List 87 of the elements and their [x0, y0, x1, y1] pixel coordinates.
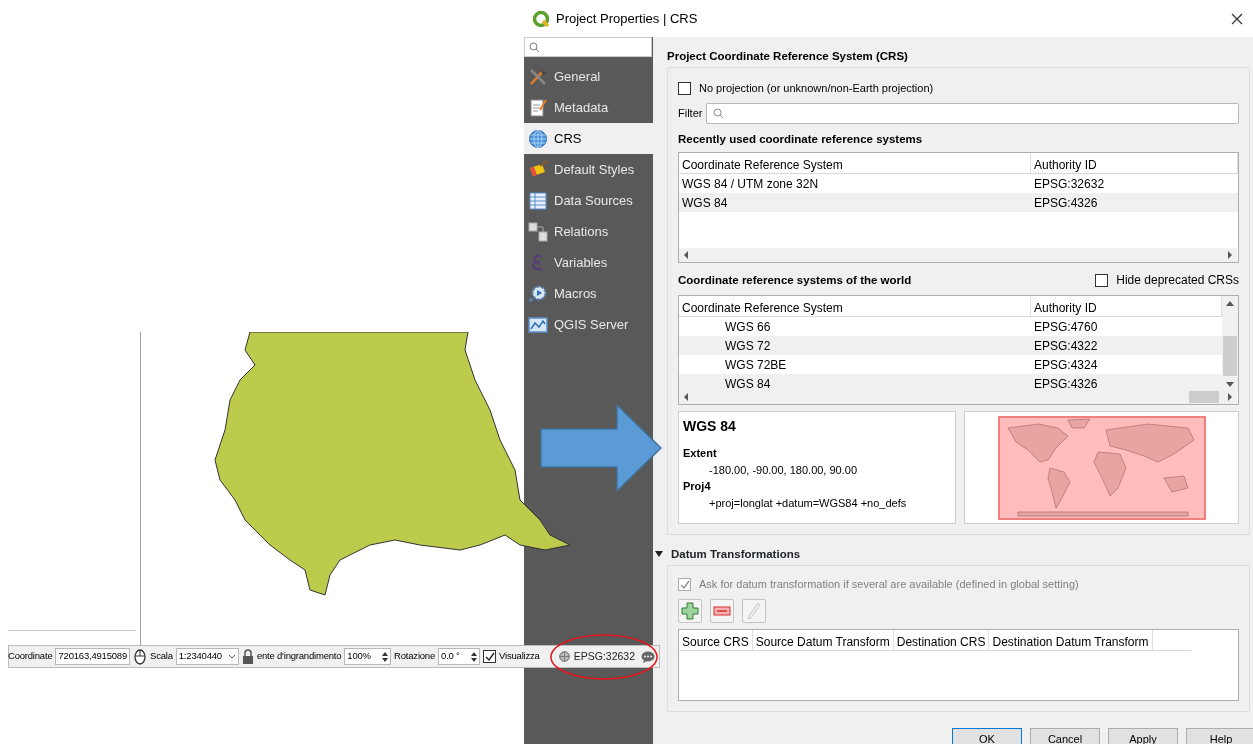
plus-icon — [681, 601, 699, 620]
search-icon — [713, 108, 725, 120]
coordinate-label: Coordinate — [8, 649, 53, 664]
extent-label: Extent — [683, 446, 718, 461]
section-heading: Recently used coordinate reference systems — [678, 132, 924, 147]
sidebar-item[interactable]: General — [524, 61, 653, 92]
dialog-button[interactable]: Cancel — [1030, 727, 1100, 744]
checkbox-label: No projection (or unknown/non-Earth projection) — [699, 81, 934, 97]
gear-icon — [528, 283, 548, 304]
column-header[interactable]: Source CRS — [679, 629, 753, 650]
expanded-icon — [655, 550, 663, 558]
scale-dropdown[interactable]: 1:2340440 — [175, 648, 239, 665]
sidebar-item[interactable]: QGIS Server — [524, 309, 653, 340]
spin-arrows-icon — [471, 650, 478, 663]
table-cell-text: EPSG:4324 — [1033, 356, 1099, 374]
minus-icon — [713, 605, 731, 616]
mouse-icon[interactable] — [133, 648, 147, 665]
rotation-spinbox[interactable]: 0.0 ° — [438, 648, 481, 665]
globe-icon — [558, 651, 570, 662]
dialog-button[interactable]: OK — [952, 727, 1022, 744]
magnifier-spinbox[interactable]: 100% — [344, 648, 392, 665]
checkbox[interactable] — [1095, 273, 1109, 287]
rotation-label: Rotazione — [394, 649, 436, 664]
table-cell-text: WGS 84 — [724, 375, 772, 393]
column-header[interactable]: Coordinate Reference System — [679, 296, 1031, 317]
table-cell-text: WGS 84 — [681, 194, 729, 212]
sidebar-item[interactable]: CRS — [524, 123, 653, 154]
table-cell-text: EPSG:4322 — [1033, 337, 1099, 355]
proj4-value: +proj=longlat +datum=WGS84 +no_defs — [708, 495, 908, 511]
checkbox-label: Ask for datum transformation if several are available (defined in global setting) — [699, 577, 1079, 592]
remove-button[interactable] — [710, 598, 734, 623]
document-icon — [528, 97, 548, 118]
table-cell-text: WGS 72 — [724, 337, 772, 355]
filter-field[interactable] — [706, 103, 1239, 125]
close-icon[interactable] — [1231, 12, 1243, 25]
vertical-scrollbar[interactable] — [1222, 296, 1238, 393]
table-cell-text: WGS 66 — [724, 318, 772, 336]
window-title: Project Properties | CRS — [556, 9, 698, 28]
dialog-button[interactable]: Help — [1186, 727, 1253, 744]
extent-value: -180.00, -90.00, 180.00, 90.00 — [708, 462, 858, 478]
sidebar-item[interactable]: Data Sources — [524, 185, 653, 216]
search-field[interactable] — [524, 37, 652, 57]
checkbox[interactable] — [483, 650, 497, 663]
caret-icon — [227, 654, 236, 659]
coordinate-field[interactable]: 720163,4915089 — [55, 648, 130, 665]
pencil-icon — [747, 601, 761, 620]
add-button[interactable] — [678, 598, 702, 623]
lock-icon[interactable] — [241, 649, 254, 664]
filter-label: Filter — [678, 106, 703, 122]
column-header[interactable]: Source Datum Transform — [752, 629, 894, 650]
message-icon[interactable] — [641, 650, 655, 663]
sidebar-item[interactable]: Metadata — [524, 92, 653, 123]
sidebar-item[interactable]: Default Styles — [524, 154, 653, 185]
table-cell-text: WGS 84 / UTM zone 32N — [681, 175, 820, 193]
section-heading: Project Coordinate Reference System (CRS) — [667, 49, 909, 63]
scale-label: Scala — [150, 649, 173, 664]
checkbox[interactable] — [678, 82, 691, 96]
magnifier-label: ente d'ingrandimento — [256, 649, 342, 664]
table-cell-text: EPSG:4760 — [1033, 318, 1099, 336]
crs-title: WGS 84 — [683, 417, 737, 436]
column-header[interactable]: Coordinate Reference System — [679, 153, 1031, 174]
render-label: Visualizza — [499, 649, 540, 664]
column-header[interactable]: Destination CRS — [893, 629, 990, 650]
table-cell-text: EPSG:4326 — [1033, 194, 1099, 212]
horizontal-scrollbar[interactable] — [679, 390, 1237, 404]
table-icon — [528, 190, 548, 211]
section-heading: Coordinate reference systems of the world — [678, 273, 912, 288]
proj4-label: Proj4 — [683, 479, 712, 494]
horizontal-scrollbar[interactable] — [679, 248, 1237, 263]
table-cell-text: WGS 72BE — [724, 356, 788, 374]
map-icon — [528, 314, 548, 335]
column-header[interactable]: Authority ID — [1031, 153, 1238, 174]
app-logo-icon — [532, 9, 550, 28]
sidebar-item[interactable]: Variables — [524, 247, 653, 278]
search-icon — [529, 41, 540, 53]
tools-icon — [528, 66, 548, 87]
column-header[interactable]: Destination Datum Transform — [989, 629, 1153, 650]
table-cell-text: EPSG:4326 — [1033, 375, 1099, 393]
sidebar-item[interactable]: Relations — [524, 216, 653, 247]
globe-icon — [528, 128, 548, 149]
table-cell-text: EPSG:32632 — [1033, 175, 1106, 193]
spin-arrows-icon — [382, 650, 389, 663]
checkbox-label: Hide deprecated CRSs — [1116, 272, 1239, 290]
dialog-button[interactable]: Apply — [1108, 727, 1178, 744]
linked-tables-icon — [528, 221, 548, 242]
sidebar-item[interactable]: Macros — [524, 278, 653, 309]
collapse-toggle[interactable]: Datum Transformations — [655, 547, 1250, 561]
